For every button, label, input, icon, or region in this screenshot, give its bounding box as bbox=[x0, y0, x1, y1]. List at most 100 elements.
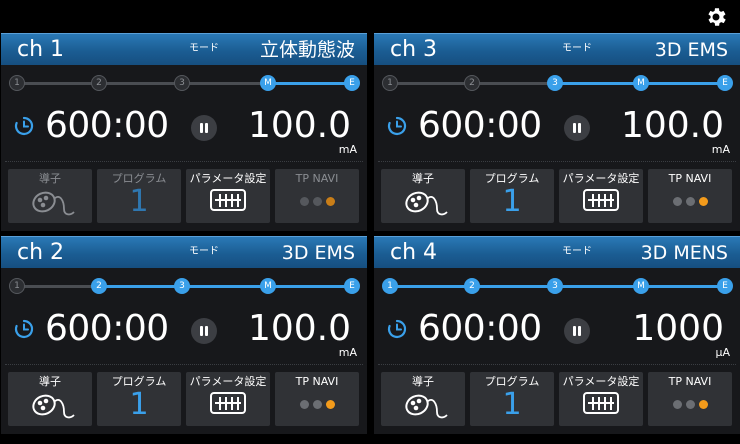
equalizer-bar bbox=[231, 397, 233, 410]
indicator-dot-2 bbox=[312, 400, 322, 409]
equalizer-bar bbox=[592, 397, 594, 410]
step-node-e[interactable]: E bbox=[344, 75, 360, 91]
channel-header: ch 2 モード 3D EMS bbox=[1, 236, 367, 268]
indicator-dot-3 bbox=[698, 197, 708, 206]
mode-label: モード bbox=[562, 246, 592, 257]
timer-display: 600:00 bbox=[45, 105, 169, 146]
progress-track-active bbox=[268, 82, 352, 85]
tp-navi-indicator bbox=[648, 400, 732, 409]
indicator-dot-1 bbox=[299, 197, 309, 206]
step-node-2[interactable]: 2 bbox=[91, 75, 107, 91]
tp-navi-button[interactable]: TP NAVI bbox=[275, 372, 359, 426]
program-button[interactable]: プログラム 1 bbox=[470, 169, 554, 223]
intensity-value: 100.0 bbox=[620, 105, 724, 146]
step-progress: 1 2 3 M E bbox=[9, 277, 360, 295]
intensity-value: 100.0 bbox=[247, 308, 351, 349]
params-label: パラメータ設定 bbox=[189, 375, 267, 388]
intensity-unit: mA bbox=[711, 143, 730, 156]
step-node-3[interactable]: 3 bbox=[174, 75, 190, 91]
equalizer-bar bbox=[225, 397, 227, 410]
channel-panel-2: ch 2 モード 3D EMS 1 2 3 M E 600:00 100.0 mA 導子 プログラム 1 パ… bbox=[1, 236, 367, 434]
electrode-button[interactable]: 導子 bbox=[8, 372, 92, 426]
mode-name[interactable]: 3D EMS bbox=[282, 239, 355, 267]
equalizer-bar bbox=[598, 194, 600, 207]
params-button[interactable]: パラメータ設定 bbox=[559, 372, 643, 426]
params-button[interactable]: パラメータ設定 bbox=[186, 169, 270, 223]
step-node-e[interactable]: E bbox=[344, 278, 360, 294]
app-root: ch 1 モード 立体動態波 1 2 3 M E 600:00 100.0 mA 導子 プログラム 1 パラ… bbox=[0, 0, 740, 444]
step-node-3[interactable]: 3 bbox=[547, 278, 563, 294]
electrode-button[interactable]: 導子 bbox=[381, 372, 465, 426]
electrode-label: 導子 bbox=[39, 172, 61, 185]
electrode-icon bbox=[405, 394, 448, 419]
mode-label: モード bbox=[189, 246, 219, 257]
mode-name[interactable]: 3D EMS bbox=[655, 36, 728, 64]
params-label: パラメータ設定 bbox=[562, 375, 640, 388]
tp-navi-label: TP NAVI bbox=[295, 375, 339, 388]
step-node-1[interactable]: 1 bbox=[382, 75, 398, 91]
intensity-unit: mA bbox=[338, 143, 357, 156]
tp-navi-label: TP NAVI bbox=[668, 172, 712, 185]
intensity-value: 1000 bbox=[632, 308, 724, 349]
mode-name[interactable]: 立体動態波 bbox=[260, 36, 355, 64]
electrode-label: 導子 bbox=[39, 375, 61, 388]
channel-panel-4: ch 4 モード 3D MENS 1 2 3 M E 600:00 1000 μA 導子 プログラム 1 パ… bbox=[374, 236, 740, 434]
step-node-1[interactable]: 1 bbox=[382, 278, 398, 294]
params-button[interactable]: パラメータ設定 bbox=[559, 169, 643, 223]
gear-icon[interactable] bbox=[704, 5, 728, 29]
params-label: パラメータ設定 bbox=[189, 172, 267, 185]
tp-navi-button[interactable]: TP NAVI bbox=[648, 372, 732, 426]
electrode-icon bbox=[405, 191, 448, 216]
step-node-m[interactable]: M bbox=[633, 75, 649, 91]
tp-navi-button[interactable]: TP NAVI bbox=[275, 169, 359, 223]
params-label: パラメータ設定 bbox=[562, 172, 640, 185]
step-node-m[interactable]: M bbox=[260, 278, 276, 294]
step-node-2[interactable]: 2 bbox=[464, 75, 480, 91]
step-node-1[interactable]: 1 bbox=[9, 75, 25, 91]
indicator-dot-1 bbox=[299, 400, 309, 409]
program-button[interactable]: プログラム 1 bbox=[97, 372, 181, 426]
progress-track-active bbox=[99, 285, 352, 288]
equalizer-bar bbox=[225, 194, 227, 207]
pause-button[interactable] bbox=[191, 318, 217, 344]
step-node-e[interactable]: E bbox=[717, 278, 733, 294]
step-node-2[interactable]: 2 bbox=[464, 278, 480, 294]
equalizer-bar bbox=[598, 397, 600, 410]
step-node-e[interactable]: E bbox=[717, 75, 733, 91]
electrode-icon bbox=[32, 191, 75, 216]
channel-label: ch 3 bbox=[390, 37, 438, 62]
electrode-label: 導子 bbox=[412, 172, 434, 185]
pause-button[interactable] bbox=[564, 115, 590, 141]
channel-panel-3: ch 3 モード 3D EMS 1 2 3 M E 600:00 100.0 mA 導子 プログラム 1 パ… bbox=[374, 33, 740, 231]
electrode-button[interactable]: 導子 bbox=[381, 169, 465, 223]
step-node-3[interactable]: 3 bbox=[547, 75, 563, 91]
mode-name[interactable]: 3D MENS bbox=[641, 239, 728, 267]
step-node-m[interactable]: M bbox=[633, 278, 649, 294]
indicator-dot-3 bbox=[325, 400, 335, 409]
step-progress: 1 2 3 M E bbox=[382, 277, 733, 295]
equalizer-bar bbox=[604, 194, 606, 207]
clock-icon bbox=[14, 319, 34, 339]
step-node-m[interactable]: M bbox=[260, 75, 276, 91]
channel-label: ch 4 bbox=[390, 240, 438, 265]
channel-panel-1: ch 1 モード 立体動態波 1 2 3 M E 600:00 100.0 mA 導子 プログラム 1 パラ… bbox=[1, 33, 367, 231]
program-button[interactable]: プログラム 1 bbox=[97, 169, 181, 223]
program-button[interactable]: プログラム 1 bbox=[470, 372, 554, 426]
pause-button[interactable] bbox=[191, 115, 217, 141]
indicator-dot-1 bbox=[672, 400, 682, 409]
timer-display: 600:00 bbox=[418, 105, 542, 146]
indicator-dot-2 bbox=[685, 197, 695, 206]
program-number: 1 bbox=[129, 184, 149, 219]
pause-button[interactable] bbox=[564, 318, 590, 344]
step-node-1[interactable]: 1 bbox=[9, 278, 25, 294]
program-number: 1 bbox=[502, 184, 522, 219]
equalizer-bar bbox=[231, 194, 233, 207]
step-node-2[interactable]: 2 bbox=[91, 278, 107, 294]
tp-navi-button[interactable]: TP NAVI bbox=[648, 169, 732, 223]
channel-label: ch 1 bbox=[17, 37, 65, 62]
step-node-3[interactable]: 3 bbox=[174, 278, 190, 294]
electrode-button[interactable]: 導子 bbox=[8, 169, 92, 223]
divider bbox=[378, 364, 736, 365]
params-button[interactable]: パラメータ設定 bbox=[186, 372, 270, 426]
intensity-unit: mA bbox=[338, 346, 357, 359]
